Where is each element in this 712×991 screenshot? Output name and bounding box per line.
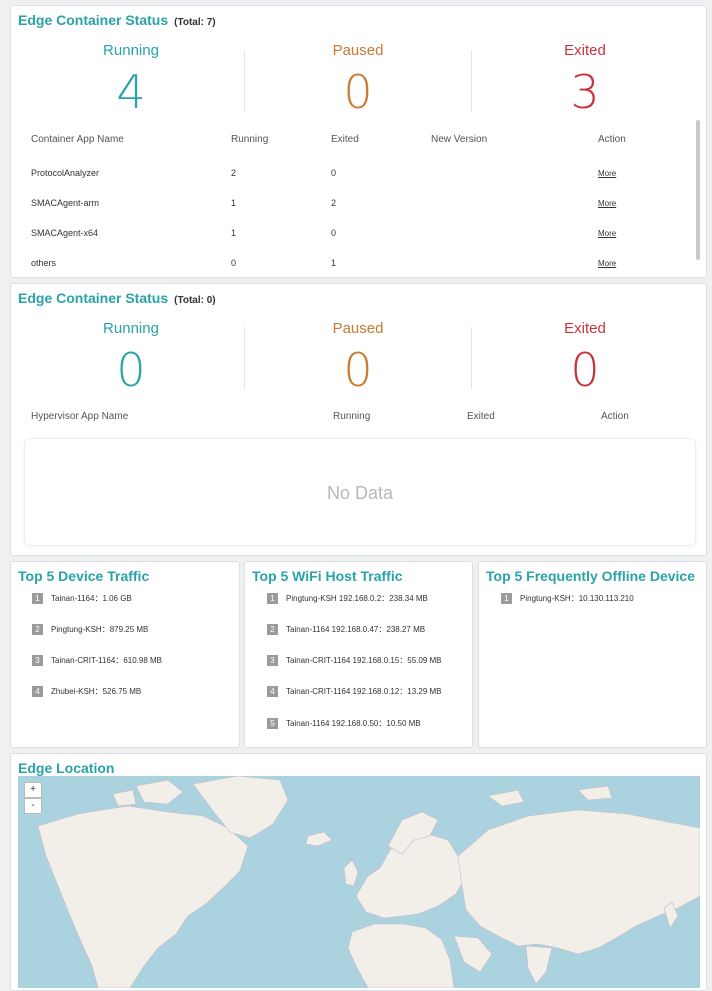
rank-badge: 2 [32,624,43,636]
container-status-title-text: Edge Container Status [18,12,169,28]
rank-badge: 3 [267,655,278,667]
running-count: 4 [116,65,146,119]
table-row-app-name: others [31,258,57,268]
list-item-text: Tainan-CRIT-1164 192.168.0.15：55.09 MB [286,656,442,665]
north-america [37,805,249,988]
list-item: 5 Tainan-1164 192.168.0.50：10.50 MB [267,718,421,730]
edge-location-title: Edge Location [18,760,115,776]
table-row-running: 2 [231,168,237,178]
hypervisor-status-total: (Total: 0) [174,295,216,306]
hypervisor-status-title: Edge Container Status (Total: 0) [18,290,216,306]
rank-badge: 3 [32,655,43,667]
table-scrollbar[interactable] [696,120,700,260]
device-traffic-title: Top 5 Device Traffic [18,568,150,584]
divider [471,50,472,112]
paused-count: 0 [343,65,373,119]
divider [471,327,472,389]
list-item: 3 Tainan-CRIT-1164：610.98 MB [32,655,163,667]
rank-badge: 4 [267,686,278,698]
rank-badge: 2 [267,624,278,636]
list-item-text: Pingtung-KSH：879.25 MB [51,625,149,634]
table-row-running: 1 [231,198,237,208]
more-link[interactable]: More [598,229,616,238]
more-link[interactable]: More [598,259,616,268]
paused-stat: Paused 0 [258,42,458,119]
table-row-app-name: SMACAgent-x64 [31,228,99,238]
col-header-running[interactable]: Running [231,134,268,145]
list-item: 2 Tainan-1164 192.168.0.47：238.27 MB [267,624,426,636]
empty-table: No Data [24,438,696,546]
asia [457,809,700,955]
divider [244,50,245,112]
running-count: 0 [116,343,146,397]
list-item-text: Tainan-1164 192.168.0.47：238.27 MB [286,625,426,634]
table-row-app-name: SMACAgent-arm [31,198,100,208]
col-header-exited[interactable]: Exited [331,134,359,145]
table-row-running: 0 [231,258,237,268]
running-stat: Running 4 [31,42,231,119]
list-item: 4 Zhubei-KSH：526.75 MB [32,686,142,698]
rank-badge: 1 [501,593,512,605]
list-item-text: Tainan-1164：1.06 GB [51,594,132,603]
rank-badge: 5 [267,718,278,730]
list-item-text: Pingtung-KSH：10.130.113.210 [520,594,634,603]
exited-count: 0 [570,343,600,397]
container-status-total: (Total: 7) [174,17,216,28]
more-link[interactable]: More [598,199,616,208]
wifi-traffic-title: Top 5 WiFi Host Traffic [252,568,403,584]
list-item-text: Zhubei-KSH：526.75 MB [51,687,142,696]
list-item-text: Tainan-CRIT-1164：610.98 MB [51,656,163,665]
list-item-text: Tainan-CRIT-1164 192.168.0.12：13.29 MB [286,687,442,696]
exited-label: Exited [564,320,606,337]
table-row-exited: 1 [331,258,337,268]
list-item: 1 Pingtung-KSH：10.130.113.210 [501,593,634,605]
col-header-app-name[interactable]: Hypervisor App Name [31,411,128,422]
africa [347,923,455,988]
container-status-title: Edge Container Status (Total: 7) [18,12,216,28]
col-header-app-name[interactable]: Container App Name [31,134,124,145]
rank-badge: 4 [32,686,43,698]
list-item: 4 Tainan-CRIT-1164 192.168.0.12：13.29 MB [267,686,442,698]
col-header-new-version[interactable]: New Version [431,134,487,145]
rank-badge: 1 [32,593,43,605]
table-row-exited: 2 [331,198,337,208]
paused-stat: Paused 0 [258,320,458,397]
exited-stat: Exited 0 [485,320,685,397]
running-stat: Running 0 [31,320,231,397]
europe [355,833,467,919]
col-header-action: Action [601,411,629,422]
offline-device-panel [478,561,707,748]
table-row-running: 1 [231,228,237,238]
col-header-running[interactable]: Running [333,411,370,422]
table-row-exited: 0 [331,168,337,178]
no-data-text: No Data [326,483,394,503]
offline-device-title: Top 5 Frequently Offline Device [486,568,696,584]
more-link[interactable]: More [598,169,616,178]
col-header-exited[interactable]: Exited [467,411,495,422]
col-header-action: Action [598,134,626,145]
exited-label: Exited [564,42,606,59]
table-row-app-name: ProtocolAnalyzer [31,168,100,178]
divider [244,327,245,389]
hypervisor-status-title-text: Edge Container Status [18,290,169,306]
world-map[interactable]: + - [18,776,700,988]
list-item: 1 Pingtung-KSH 192.168.0.2：238.34 MB [267,593,428,605]
map-land-svg [37,776,700,988]
running-label: Running [103,320,159,337]
paused-count: 0 [343,343,373,397]
table-row-exited: 0 [331,228,337,238]
paused-label: Paused [332,42,384,59]
list-item: 3 Tainan-CRIT-1164 192.168.0.15：55.09 MB [267,655,442,667]
list-item: 2 Pingtung-KSH：879.25 MB [32,624,149,636]
zoom-out-button[interactable]: - [24,798,42,814]
list-item: 1 Tainan-1164：1.06 GB [32,593,132,605]
exited-count: 3 [570,65,600,119]
list-item-text: Pingtung-KSH 192.168.0.2：238.34 MB [286,594,428,603]
paused-label: Paused [332,320,384,337]
exited-stat: Exited 3 [485,42,685,119]
zoom-in-button[interactable]: + [24,782,42,798]
running-label: Running [103,42,159,59]
rank-badge: 1 [267,593,278,605]
list-item-text: Tainan-1164 192.168.0.50：10.50 MB [286,719,421,728]
